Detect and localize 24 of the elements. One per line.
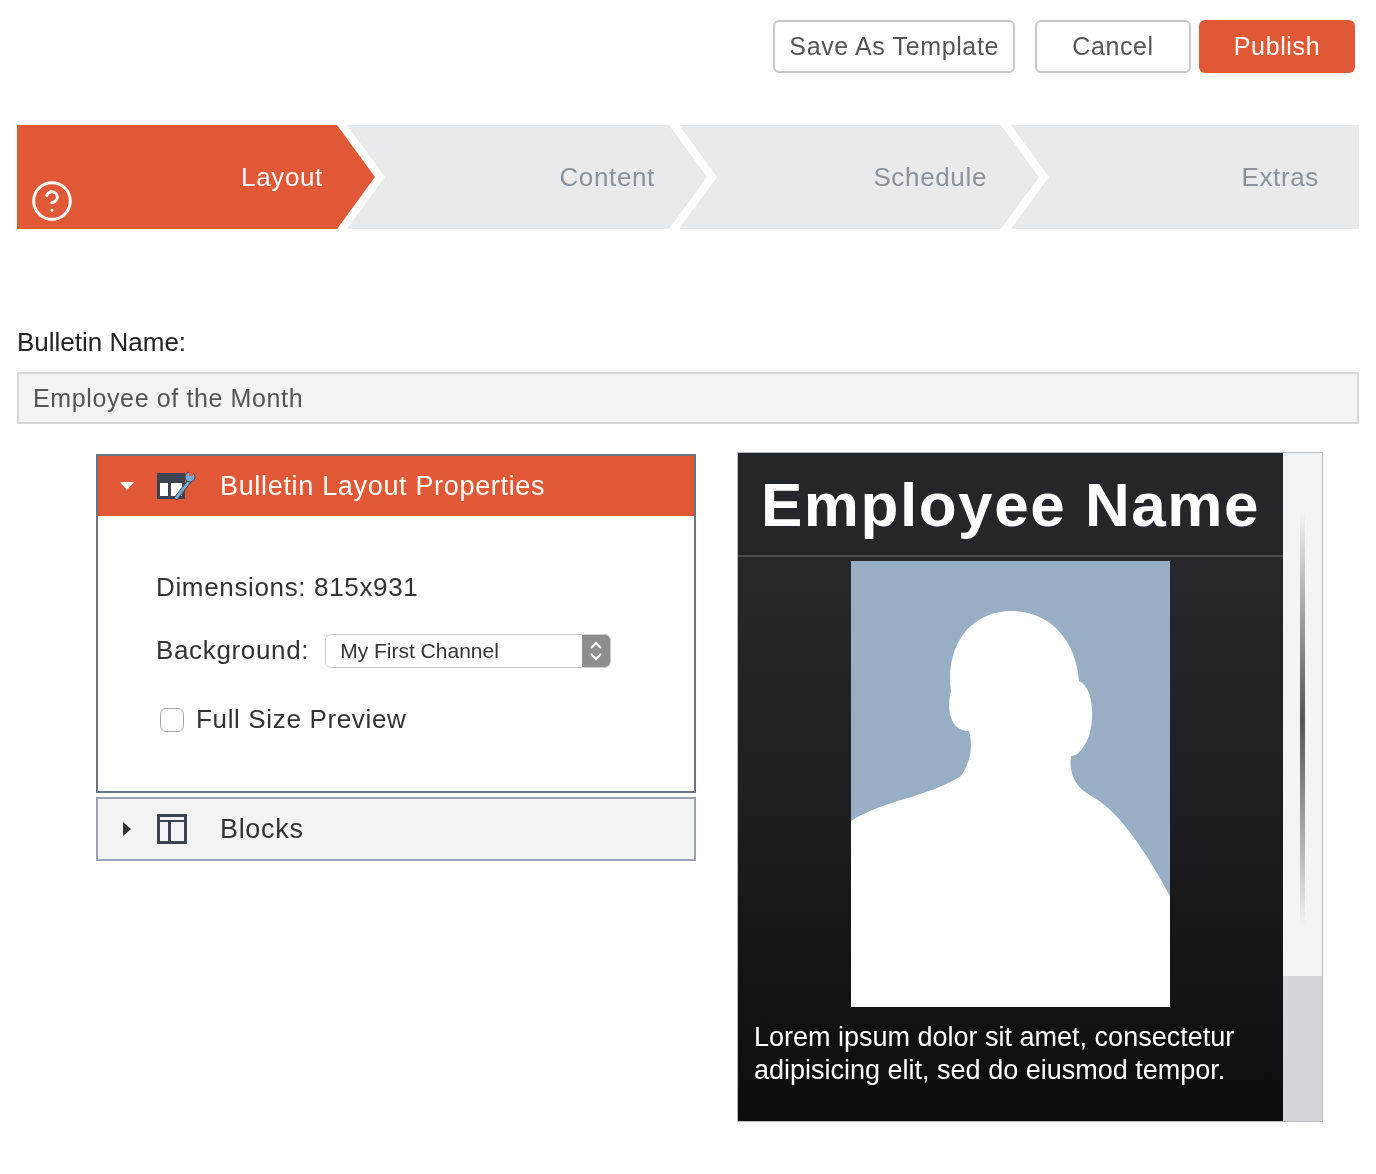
up-down-icon [589,639,604,662]
header-button[interactable]: Cancel [1035,20,1191,73]
panel-header[interactable]: Bulletin Layout Properties [98,456,694,516]
layout-wrench-icon [156,470,196,502]
wizard-step[interactable]: Layout [17,125,375,229]
wizard-step[interactable]: Content [347,125,707,229]
publish-button[interactable]: Publish [1199,20,1355,73]
help-icon[interactable] [30,179,74,223]
bulletin-name-field[interactable]: Employee of the Month [17,372,1359,424]
dimensions-text: Dimensions: 815x931 [156,571,420,604]
background-label: Background: [156,634,310,667]
panel-header[interactable]: Blocks [98,799,694,859]
preview-caption: Lorem ipsum dolor sit amet, consectetur adipisicing elit, sed do eiusmod tempor. [753,1021,1236,1087]
caret-right-icon [122,822,132,836]
background-select[interactable]: My First Channel [325,633,612,668]
field-label: Bulletin Name: [17,326,188,359]
caret-down-icon [120,481,134,491]
header-button[interactable]: Save As Template [773,20,1015,73]
wizard-step[interactable]: Schedule [679,125,1039,229]
checkbox[interactable] [160,707,184,732]
layout-icon [156,813,188,845]
wizard-step[interactable]: Extras [1011,125,1359,229]
preview-title: Employee Name [738,453,1283,557]
checkbox-label: Full Size Preview [196,703,407,736]
